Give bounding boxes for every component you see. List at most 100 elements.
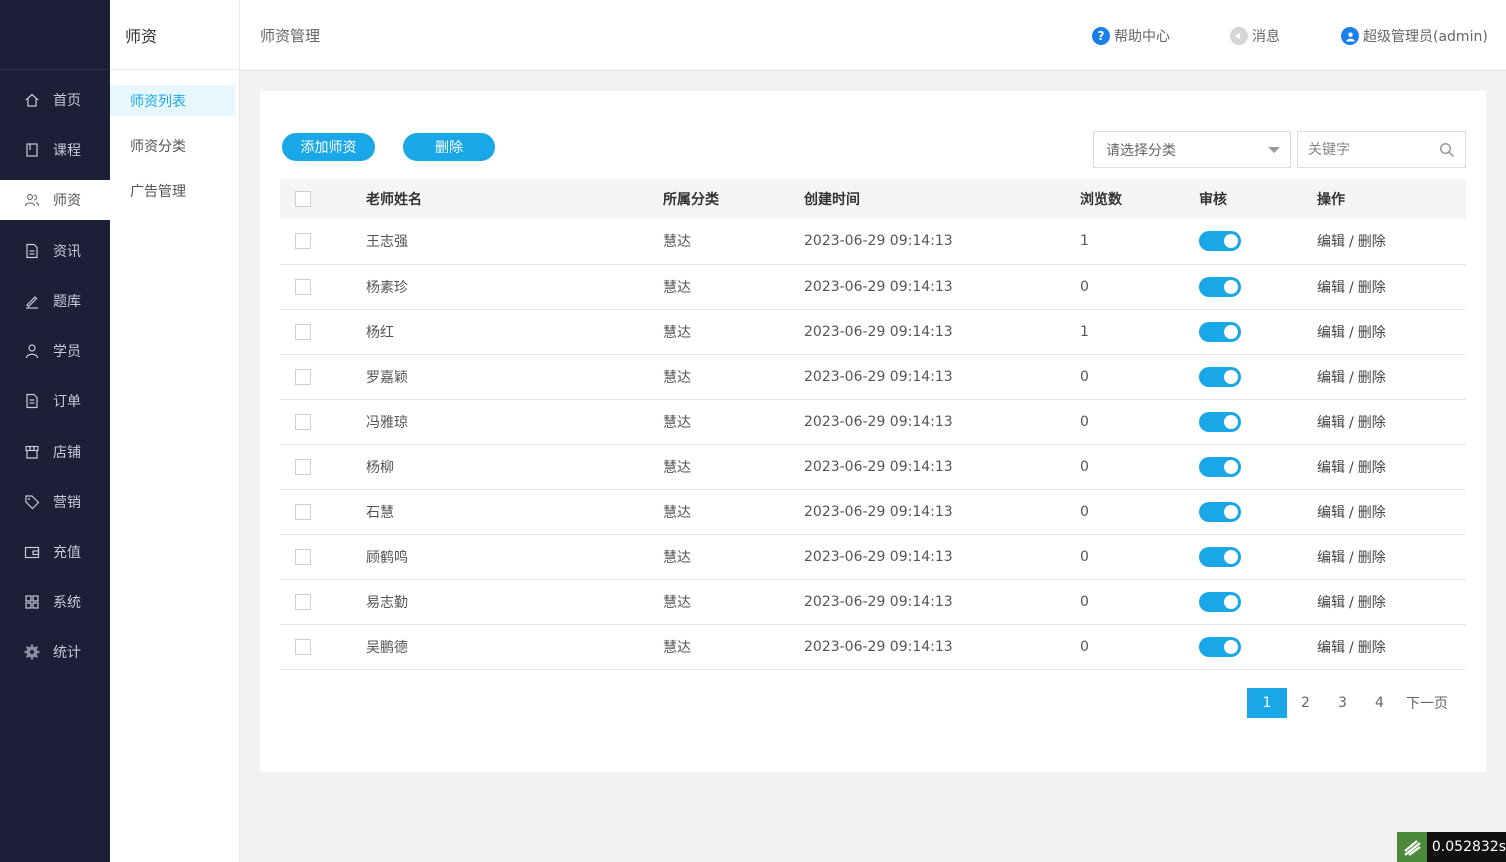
edit-link[interactable]: 编辑 [1317,370,1345,386]
review-toggle[interactable] [1199,636,1241,657]
user-avatar-icon [1341,27,1359,45]
page-button[interactable]: 3 [1324,688,1361,718]
messages-link[interactable]: 消息 [1230,26,1280,46]
delete-link[interactable]: 删除 [1358,505,1386,521]
delete-link[interactable]: 删除 [1358,234,1386,250]
sidebar-item-label: 店铺 [53,445,81,461]
delete-link[interactable]: 删除 [1358,325,1386,341]
subnav-item-teacher-category[interactable]: 师资分类 [110,130,235,161]
home-icon [24,92,40,108]
timer-value: 0.052832s [1431,839,1506,855]
created-time: 2023-06-29 09:14:13 [804,368,953,385]
op-separator: / [1349,504,1354,521]
review-toggle[interactable] [1199,456,1241,477]
subnav-item-teacher-list[interactable]: 师资列表 [110,85,235,116]
delete-link[interactable]: 删除 [1358,640,1386,656]
sidebar-item-question-bank[interactable]: 题库 [0,281,110,321]
sidebar-item-courses[interactable]: 课程 [0,130,110,170]
sidebar-item-home[interactable]: 首页 [0,80,110,120]
select-all-checkbox[interactable] [295,191,311,207]
view-count: 1 [1080,323,1089,340]
content-panel: 添加师资 删除 请选择分类 老师姓名 所属分类 创建时间 浏览数 审核 操作 王… [260,91,1486,772]
sidebar-item-marketing[interactable]: 营销 [0,482,110,522]
delete-link[interactable]: 删除 [1358,460,1386,476]
edit-link[interactable]: 编辑 [1317,550,1345,566]
row-checkbox[interactable] [295,323,311,340]
sidebar-item-label: 系统 [53,595,81,611]
col-header-created: 创建时间 [804,192,860,208]
sidebar-item-teachers[interactable]: 师资 [0,180,110,220]
row-checkbox[interactable] [295,278,311,295]
created-time: 2023-06-29 09:14:13 [804,458,953,475]
main-sidebar: 首页 课程 师资 资讯 题库 学员 订单 店铺 营销 充值 系统 统计 [0,0,110,862]
teacher-category: 慧达 [663,234,691,251]
review-toggle[interactable] [1199,546,1241,567]
category-select[interactable]: 请选择分类 [1093,131,1291,168]
review-toggle[interactable] [1199,321,1241,342]
add-teacher-button[interactable]: 添加师资 [282,133,375,161]
edit-link[interactable]: 编辑 [1317,280,1345,296]
teacher-name: 杨柳 [366,459,394,476]
row-checkbox[interactable] [295,503,311,520]
sidebar-item-statistics[interactable]: 统计 [0,632,110,672]
sidebar-item-news[interactable]: 资讯 [0,231,110,271]
edit-link[interactable]: 编辑 [1317,640,1345,656]
row-checkbox[interactable] [295,458,311,475]
user-menu[interactable]: 超级管理员(admin) [1341,26,1488,46]
teacher-category: 慧达 [663,324,691,341]
row-checkbox[interactable] [295,368,311,385]
debug-timer-badge: 0.052832s [1397,832,1506,862]
sidebar-item-label: 师资 [53,193,81,209]
batch-delete-button[interactable]: 删除 [403,133,495,161]
review-toggle[interactable] [1199,411,1241,432]
subnav-item-ad-management[interactable]: 广告管理 [110,175,235,206]
page-button[interactable]: 4 [1361,688,1398,718]
sidebar-item-shop[interactable]: 店铺 [0,432,110,472]
sub-sidebar: 师资 师资列表 师资分类 广告管理 [110,0,240,862]
sidebar-item-label: 订单 [53,394,81,410]
delete-link[interactable]: 删除 [1358,370,1386,386]
row-checkbox[interactable] [295,638,311,655]
row-checkbox[interactable] [295,593,311,610]
edit-link[interactable]: 编辑 [1317,505,1345,521]
op-separator: / [1349,639,1354,656]
edit-link[interactable]: 编辑 [1317,415,1345,431]
speaker-icon [1230,27,1248,45]
row-checkbox[interactable] [295,548,311,565]
op-separator: / [1349,459,1354,476]
page-button[interactable]: 2 [1287,688,1324,718]
search-icon[interactable] [1439,142,1455,158]
help-center-link[interactable]: ? 帮助中心 [1092,26,1170,46]
edit-link[interactable]: 编辑 [1317,460,1345,476]
col-header-views: 浏览数 [1080,192,1122,208]
edit-link[interactable]: 编辑 [1317,234,1345,250]
sidebar-item-orders[interactable]: 订单 [0,381,110,421]
review-toggle[interactable] [1199,591,1241,612]
created-time: 2023-06-29 09:14:13 [804,548,953,565]
review-toggle[interactable] [1199,231,1241,252]
teacher-name: 杨红 [366,324,394,341]
review-toggle[interactable] [1199,501,1241,522]
review-toggle[interactable] [1199,276,1241,297]
page-button[interactable]: 1 [1247,688,1287,718]
sidebar-item-label: 统计 [53,645,81,661]
delete-link[interactable]: 删除 [1358,595,1386,611]
table-row: 石慧 慧达 2023-06-29 09:14:13 0 编辑 / 删除 [280,489,1466,534]
edit-link[interactable]: 编辑 [1317,595,1345,611]
next-page-button[interactable]: 下一页 [1398,688,1456,718]
pen-icon [24,293,40,309]
delete-link[interactable]: 删除 [1358,550,1386,566]
row-checkbox[interactable] [295,413,311,430]
sidebar-item-students[interactable]: 学员 [0,331,110,371]
teacher-category: 慧达 [663,459,691,476]
review-toggle[interactable] [1199,366,1241,387]
toggle-knob [1224,639,1238,654]
sidebar-item-recharge[interactable]: 充值 [0,532,110,572]
delete-link[interactable]: 删除 [1358,415,1386,431]
delete-link[interactable]: 删除 [1358,280,1386,296]
edit-link[interactable]: 编辑 [1317,325,1345,341]
toggle-knob [1224,234,1238,249]
keyword-input[interactable] [1298,134,1428,165]
sidebar-item-system[interactable]: 系统 [0,582,110,622]
row-checkbox[interactable] [295,233,311,250]
